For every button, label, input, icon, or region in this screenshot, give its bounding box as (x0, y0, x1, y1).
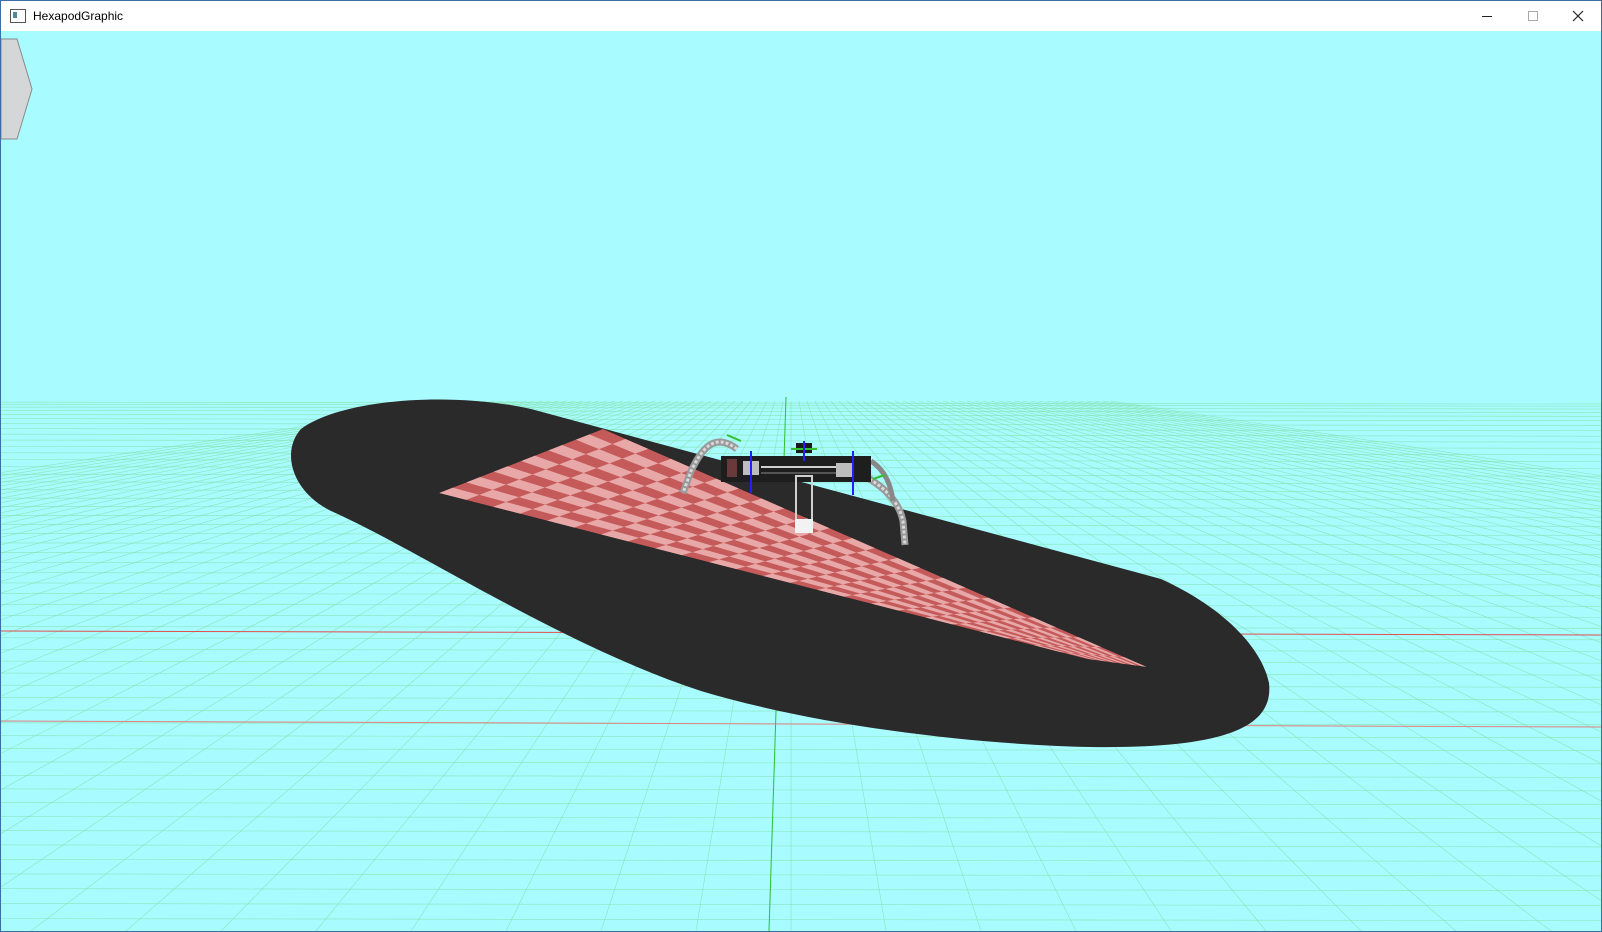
grid-line (1, 761, 1601, 765)
grid-line (1, 844, 1601, 848)
grid-line (1, 903, 1601, 906)
grid-line (1, 423, 1601, 426)
panel-toggle-button[interactable] (1, 38, 33, 140)
grid-line (1, 406, 1601, 410)
grid-line (1, 918, 1601, 921)
scene-canvas (1, 38, 1601, 931)
grid-line (1, 403, 1601, 407)
grid-line (1, 888, 1601, 891)
close-button[interactable] (1555, 1, 1601, 31)
maximize-button[interactable] (1510, 1, 1556, 31)
grid-line (1, 401, 1601, 405)
close-icon (1572, 10, 1584, 22)
grid-line (1, 775, 1601, 778)
title-bar[interactable]: HexapodGraphic (1, 1, 1601, 31)
3d-viewport[interactable] (1, 31, 1601, 931)
x-axis-line-far (1, 720, 1601, 728)
grid-line (1, 418, 1601, 421)
grid-line (1, 735, 1601, 738)
grid-line (1, 873, 1601, 877)
minimize-button[interactable] (1464, 1, 1510, 31)
minimize-icon (1482, 16, 1492, 17)
grid-line (1, 788, 1601, 792)
grid-line (1, 816, 1601, 819)
window-title: HexapodGraphic (33, 9, 124, 23)
app-window-icon (10, 9, 26, 23)
grid-line (1, 748, 1601, 752)
grid-line (1, 428, 1601, 431)
grid-line (1, 802, 1601, 805)
app-window: HexapodGraphic (0, 0, 1602, 932)
grid-line (1, 859, 1601, 862)
maximize-icon (1528, 11, 1538, 21)
